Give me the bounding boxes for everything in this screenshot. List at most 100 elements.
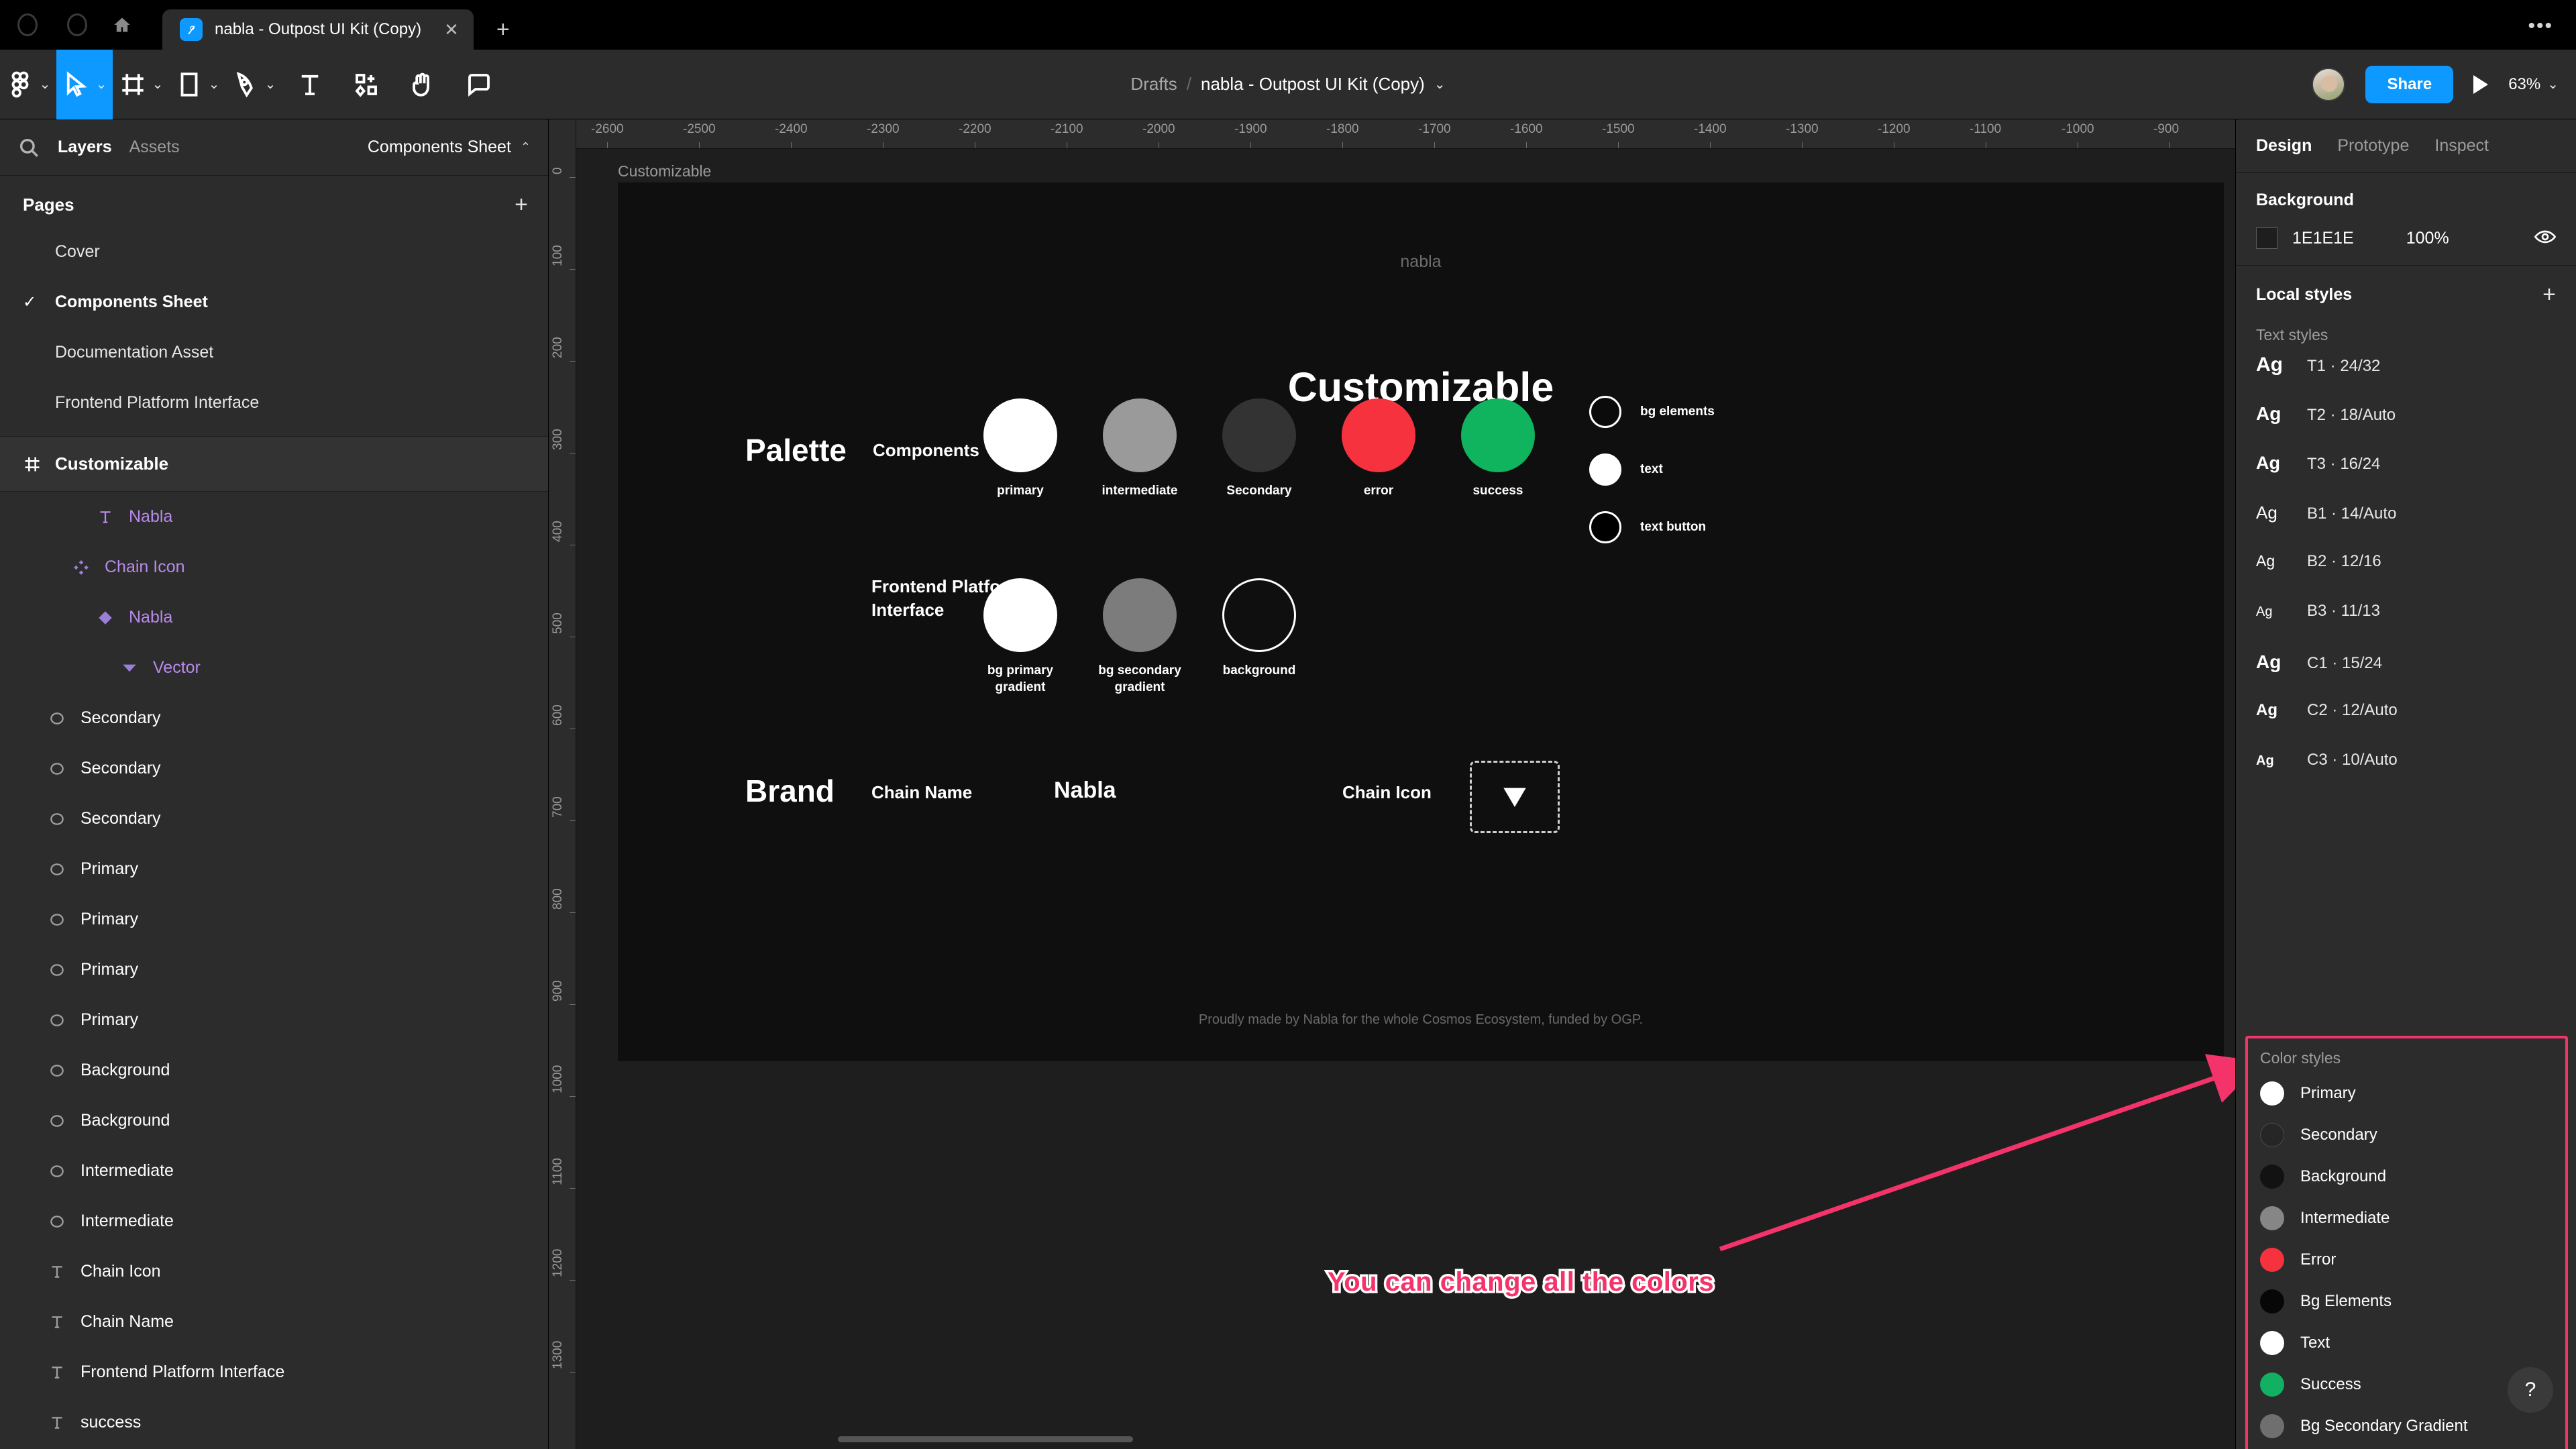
layer-row[interactable]: Chain Name bbox=[0, 1297, 548, 1347]
share-button[interactable]: Share bbox=[2365, 65, 2454, 103]
layer-row[interactable]: Primary bbox=[0, 995, 548, 1045]
swatch-secondary[interactable]: Secondary bbox=[1205, 398, 1313, 500]
layer-row[interactable]: Primary bbox=[0, 844, 548, 894]
background-row[interactable]: 1E1E1E 100% bbox=[2256, 227, 2557, 249]
text-style-item[interactable]: Ag C1 · 15/24 bbox=[2236, 645, 2576, 694]
browser-menu-icon[interactable]: ••• bbox=[2528, 15, 2553, 38]
new-tab-button[interactable]: + bbox=[474, 17, 533, 50]
search-icon[interactable] bbox=[17, 136, 40, 159]
layer-row[interactable]: Chain Icon bbox=[0, 542, 548, 592]
text-styles-title: Text styles bbox=[2256, 326, 2328, 343]
present-icon[interactable] bbox=[2473, 74, 2489, 94]
canvas-viewport[interactable]: Customizable nabla Customizable Palette … bbox=[576, 149, 2262, 1449]
breadcrumb-file-name[interactable]: nabla - Outpost UI Kit (Copy) bbox=[1201, 74, 1425, 95]
swatch-error[interactable]: error bbox=[1325, 398, 1432, 500]
text-style-item[interactable]: Ag T2 · 18/Auto bbox=[2236, 396, 2576, 446]
layer-row[interactable]: Primary bbox=[0, 894, 548, 945]
layer-row[interactable]: success bbox=[0, 1397, 548, 1448]
layer-label: Primary bbox=[80, 910, 139, 928]
swatch-text[interactable]: text bbox=[1589, 453, 1663, 486]
frame-tool-button[interactable]: ⌄ bbox=[113, 50, 169, 119]
visibility-toggle[interactable] bbox=[2534, 229, 2557, 248]
text-style-name: B3 · 11/13 bbox=[2307, 602, 2380, 620]
background-opacity-value[interactable]: 100% bbox=[2406, 229, 2449, 248]
color-style-item[interactable]: Bg Elements bbox=[2248, 1281, 2565, 1322]
text-style-item[interactable]: Ag C2 · 12/Auto bbox=[2236, 694, 2576, 744]
layer-row[interactable]: Secondary bbox=[0, 794, 548, 844]
text-icon bbox=[47, 1312, 67, 1332]
text-style-item[interactable]: Ag C3 · 10/Auto bbox=[2236, 744, 2576, 794]
forward-button[interactable] bbox=[67, 13, 87, 36]
background-hex-value[interactable]: 1E1E1E bbox=[2292, 229, 2354, 248]
page-item-documentation-asset[interactable]: Documentation Asset bbox=[0, 327, 548, 378]
swatch-intermediate[interactable]: intermediate bbox=[1086, 398, 1193, 500]
background-color-chip[interactable] bbox=[2256, 227, 2277, 249]
layer-row[interactable]: Background bbox=[0, 1045, 548, 1095]
chevron-down-icon[interactable]: ⌄ bbox=[1434, 76, 1446, 93]
swatch-bg-elements[interactable]: bg elements bbox=[1589, 396, 1715, 428]
page-item-components-sheet[interactable]: ✓ Components Sheet bbox=[0, 277, 548, 327]
color-style-item[interactable]: Text bbox=[2248, 1322, 2565, 1364]
comment-tool-button[interactable] bbox=[451, 50, 507, 119]
color-style-item[interactable]: Primary bbox=[2248, 1073, 2565, 1114]
canvas-area[interactable]: -2600 -2500 -2400 -2300 -2200 -2100 -2000 -1900… bbox=[549, 119, 2262, 1449]
avatar[interactable] bbox=[2312, 67, 2346, 101]
tab-prototype[interactable]: Prototype bbox=[2337, 136, 2409, 156]
layer-row[interactable]: Background bbox=[0, 1095, 548, 1146]
text-style-item[interactable]: Ag B1 · 14/Auto bbox=[2236, 496, 2576, 545]
tab-design[interactable]: Design bbox=[2256, 136, 2312, 156]
back-button[interactable] bbox=[17, 13, 38, 36]
pen-tool-button[interactable]: ⌄ bbox=[225, 50, 282, 119]
page-item-frontend-platform-interface[interactable]: Frontend Platform Interface bbox=[0, 378, 548, 428]
color-style-item[interactable]: Intermediate bbox=[2248, 1197, 2565, 1239]
layer-row[interactable]: Nabla bbox=[0, 592, 548, 643]
help-button[interactable]: ? bbox=[2508, 1367, 2553, 1413]
color-style-item[interactable]: Background bbox=[2248, 1156, 2565, 1197]
shape-tool-button[interactable]: ⌄ bbox=[169, 50, 225, 119]
breadcrumb-drafts[interactable]: Drafts bbox=[1130, 74, 1177, 95]
layer-row[interactable]: Secondary bbox=[0, 693, 548, 743]
resources-tool-button[interactable] bbox=[338, 50, 394, 119]
layer-row[interactable]: Intermediate bbox=[0, 1146, 548, 1196]
color-style-item[interactable]: Bg Secondary Gradient bbox=[2248, 1405, 2565, 1447]
text-style-item[interactable]: Ag T1 · 24/32 bbox=[2236, 347, 2576, 396]
home-button[interactable] bbox=[87, 0, 157, 50]
swatch-primary[interactable]: primary bbox=[967, 398, 1074, 500]
layer-row[interactable]: Vector bbox=[0, 643, 548, 693]
swatch-bg-primary-gradient[interactable]: bg primary gradient bbox=[967, 578, 1074, 696]
layer-row[interactable]: Intermediate bbox=[0, 1196, 548, 1246]
tab-assets[interactable]: Assets bbox=[129, 138, 180, 157]
artboard-customizable[interactable]: nabla Customizable Palette Components pr… bbox=[618, 182, 2224, 1061]
color-style-item[interactable]: Error bbox=[2248, 1239, 2565, 1281]
text-style-item[interactable]: Ag B3 · 11/13 bbox=[2236, 595, 2576, 645]
figma-menu-button[interactable]: ⌄ bbox=[0, 50, 56, 119]
tab-inspect[interactable]: Inspect bbox=[2434, 136, 2489, 156]
browser-tab[interactable]: nabla - Outpost UI Kit (Copy) ✕ bbox=[162, 9, 474, 50]
page-item-cover[interactable]: Cover bbox=[0, 227, 548, 277]
text-style-item[interactable]: Ag B2 · 12/16 bbox=[2236, 545, 2576, 595]
swatch-bg-secondary-gradient[interactable]: bg secondary gradient bbox=[1086, 578, 1193, 696]
layer-row-frame[interactable]: Customizable bbox=[0, 437, 548, 492]
add-page-button[interactable]: + bbox=[515, 193, 528, 216]
layer-row[interactable]: Nabla bbox=[0, 492, 548, 542]
hand-tool-button[interactable] bbox=[394, 50, 451, 119]
close-icon[interactable]: ✕ bbox=[433, 19, 459, 40]
color-style-item[interactable]: Secondary bbox=[2248, 1114, 2565, 1156]
layer-row[interactable]: Chain Icon bbox=[0, 1246, 548, 1297]
swatch-text-button[interactable]: text button bbox=[1589, 511, 1706, 543]
tab-layers[interactable]: Layers bbox=[58, 138, 112, 157]
text-style-item[interactable]: Ag T3 · 16/24 bbox=[2236, 446, 2576, 496]
frame-name-label[interactable]: Customizable bbox=[618, 162, 711, 180]
layer-row[interactable]: Frontend Platform Interface bbox=[0, 1347, 548, 1397]
horizontal-scrollbar[interactable] bbox=[838, 1436, 1133, 1442]
move-tool-button[interactable]: ⌄ bbox=[56, 49, 113, 119]
swatch-background[interactable]: background bbox=[1205, 578, 1313, 680]
text-tool-button[interactable] bbox=[282, 50, 338, 119]
layer-row[interactable]: Secondary bbox=[0, 743, 548, 794]
layer-row[interactable]: Primary bbox=[0, 945, 548, 995]
swatch-success[interactable]: success bbox=[1444, 398, 1552, 500]
page-selector[interactable]: Components Sheet ⌃ bbox=[368, 138, 531, 157]
chain-icon-placeholder[interactable] bbox=[1470, 761, 1560, 833]
add-style-button[interactable]: + bbox=[2542, 283, 2556, 306]
zoom-control[interactable]: 63% ⌄ bbox=[2508, 75, 2559, 94]
